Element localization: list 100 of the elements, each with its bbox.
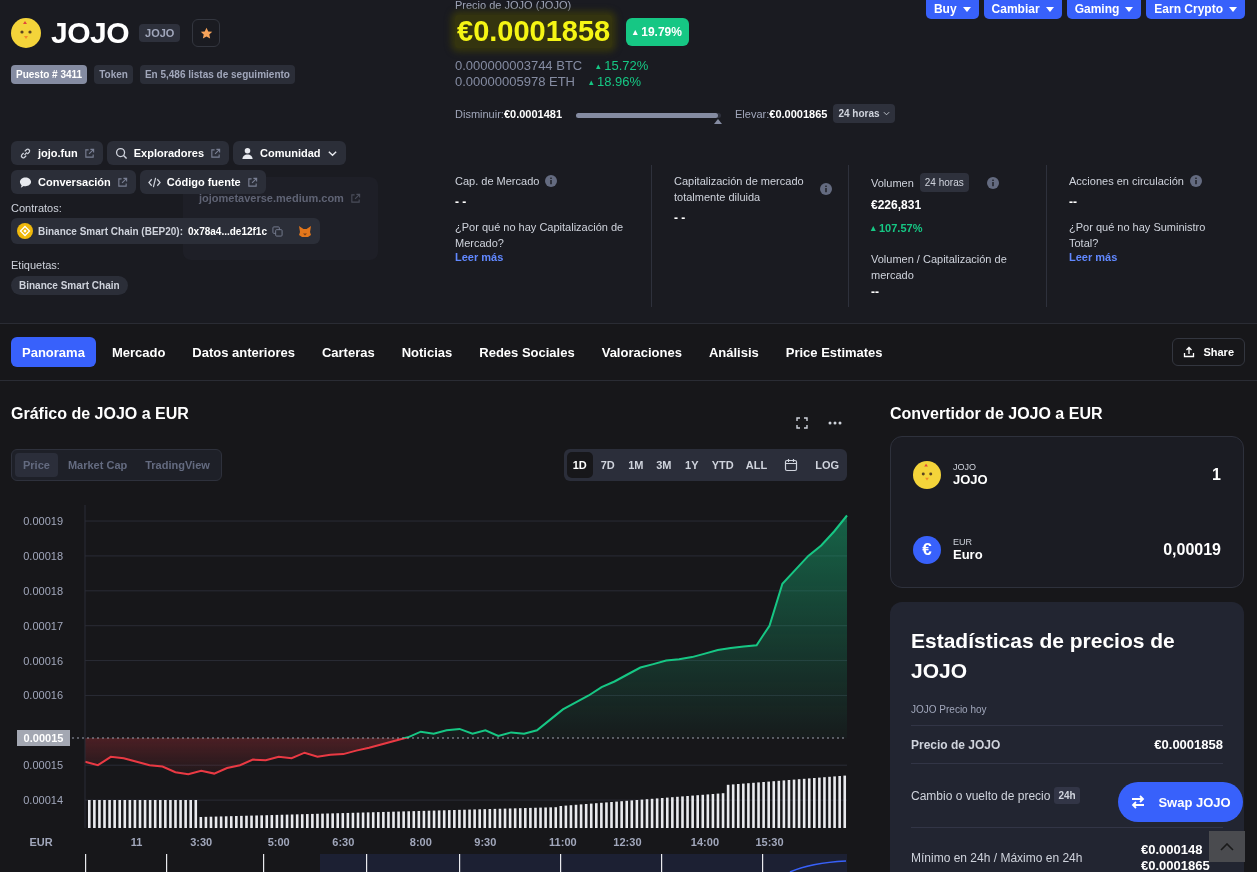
swap-icon — [1130, 794, 1147, 810]
price-value: €0.0001858 — [455, 15, 613, 48]
coin-logo — [913, 460, 941, 489]
menu-button[interactable]: Earn Crypto — [1146, 0, 1245, 19]
amount-field[interactable]: 0,00019 — [1163, 540, 1221, 559]
range-tab[interactable]: 3M — [650, 452, 677, 478]
stat-value: -- — [1069, 195, 1078, 209]
high-label: Elevar: — [735, 107, 770, 120]
caret-icon — [1229, 6, 1237, 12]
tab[interactable]: Datos anteriores — [181, 337, 306, 367]
menu-button[interactable]: Gaming — [1066, 0, 1142, 19]
high-value: €0.0001865 — [769, 107, 828, 120]
external-link-icon — [83, 147, 95, 159]
period-badge: 24h — [1054, 787, 1080, 804]
converter-title: Convertidor de JOJO a EUR — [890, 405, 1104, 424]
caret-icon — [1045, 6, 1054, 12]
external-link-icon — [349, 192, 361, 204]
tab[interactable]: Carteras — [310, 337, 386, 367]
low-label: Disminuir: — [455, 107, 504, 120]
x-axis-label: 14:00 — [690, 836, 719, 848]
stat-value: - - — [674, 211, 687, 225]
tab[interactable]: Redes Sociales — [468, 337, 586, 367]
info-icon[interactable] — [545, 175, 558, 187]
stat-label: Volumen — [871, 175, 914, 191]
chart-title: Gráfico de JOJO a EUR — [11, 405, 189, 424]
read-more-link[interactable]: Leer más — [1069, 251, 1229, 263]
stat-value: -- — [871, 285, 880, 299]
tab[interactable]: Análisis — [697, 337, 770, 367]
info-icon[interactable] — [820, 183, 832, 195]
coin-name: JOJO — [51, 16, 130, 50]
x-axis-label: 12:30 — [613, 836, 642, 848]
section-label: JOJO Precio hoy — [911, 704, 1223, 726]
y-axis-label: 0.00016 — [23, 654, 63, 667]
y-axis-label: 0.00018 — [23, 584, 63, 597]
period-badge: 24 horas — [919, 173, 969, 192]
x-axis-label: 8:00 — [409, 836, 432, 848]
stat-value: €226,831 — [871, 198, 923, 212]
range-navigator-drawing[interactable] — [85, 854, 847, 872]
tab[interactable]: Noticias — [390, 337, 464, 367]
x-axis-label: 9:30 — [474, 836, 497, 848]
share-icon — [1183, 346, 1196, 358]
swap-button[interactable]: Swap JOJO — [1118, 782, 1243, 822]
share-button[interactable]: Share — [1172, 338, 1245, 366]
tab[interactable]: Valoraciones — [590, 337, 693, 367]
y-axis-label: 0.00016 — [23, 689, 63, 702]
watchlist-button[interactable] — [192, 19, 221, 47]
currency-name: Euro — [953, 547, 983, 562]
stat-label: Mínimo en 24h / Máximo en 24h — [911, 850, 1083, 865]
coin-symbol: JOJO — [139, 24, 181, 42]
tag-chip[interactable]: Binance Smart Chain — [11, 276, 128, 295]
range-tab[interactable]: 1D — [566, 452, 593, 478]
tab[interactable]: Price Estimates — [774, 337, 894, 367]
menu-button[interactable]: Cambiar — [983, 0, 1062, 19]
reference-label: 0.00015 — [17, 730, 70, 746]
explorer-link[interactable]: Exploradores — [106, 141, 230, 165]
x-axis-label: 6:30 — [332, 836, 355, 848]
contracts-label: Contratos: — [11, 202, 63, 214]
fox-icon[interactable] — [298, 224, 312, 238]
x-axis-label: 11:00 — [549, 836, 577, 848]
range-tab[interactable]: 1M — [622, 452, 649, 478]
amount-field[interactable]: 1 — [1212, 465, 1221, 484]
range-tab[interactable]: 1Y — [678, 452, 705, 478]
chat-link[interactable]: Conversación — [11, 170, 136, 194]
stat-value: €0.0001865 — [1141, 857, 1210, 872]
range-tab[interactable]: YTD — [706, 452, 739, 478]
read-more-link[interactable]: Leer más — [455, 251, 635, 263]
website-link[interactable]: jojo.fun — [11, 141, 103, 165]
period-dropdown[interactable]: 24 horas — [833, 104, 895, 123]
range-tab[interactable]: 7D — [594, 452, 621, 478]
y-axis-label: 0.00018 — [23, 549, 63, 562]
fullscreen-icon[interactable] — [796, 417, 808, 429]
y-axis-label: 0.00017 — [23, 619, 63, 632]
code-icon — [147, 175, 161, 189]
price-change-badge: ▴ 19.79% — [626, 17, 689, 46]
pair-change: ▴ 15.72% — [596, 58, 649, 74]
log-toggle[interactable]: LOG — [810, 452, 844, 478]
stat-value: - - — [455, 195, 468, 209]
stat-label: Capitalización de mercado totalmente diluida — [674, 174, 805, 205]
caret-icon — [962, 6, 971, 12]
x-axis-label: 15:30 — [755, 836, 784, 848]
axis-unit: EUR — [29, 836, 53, 848]
coin-logo — [11, 18, 41, 48]
range-tab[interactable]: ALL — [740, 452, 773, 478]
chain-name: Binance Smart Chain (BEP20): — [38, 225, 184, 237]
info-icon[interactable] — [986, 176, 999, 189]
tab[interactable]: Mercado — [100, 337, 177, 367]
chevron-down-icon — [882, 111, 890, 116]
more-icon[interactable] — [828, 421, 842, 425]
source-code-link[interactable]: Código fuente — [139, 170, 266, 194]
price-label: Precio de JOJO (JOJO) — [455, 0, 573, 11]
y-axis-label: 0.00015 — [23, 759, 63, 772]
chain-coin-icon — [17, 223, 33, 239]
stat-value: €0.0001858 — [1154, 736, 1223, 753]
info-icon[interactable] — [1189, 175, 1202, 187]
contract-chip[interactable]: Binance Smart Chain (BEP20): 0x78a4...de12f1c — [11, 218, 320, 244]
external-link-icon — [210, 147, 222, 159]
tab[interactable]: Panorama — [11, 337, 96, 367]
community-dropdown[interactable]: Comunidad — [233, 141, 346, 165]
copy-icon[interactable] — [272, 225, 283, 237]
menu-button[interactable]: Buy — [925, 0, 979, 19]
